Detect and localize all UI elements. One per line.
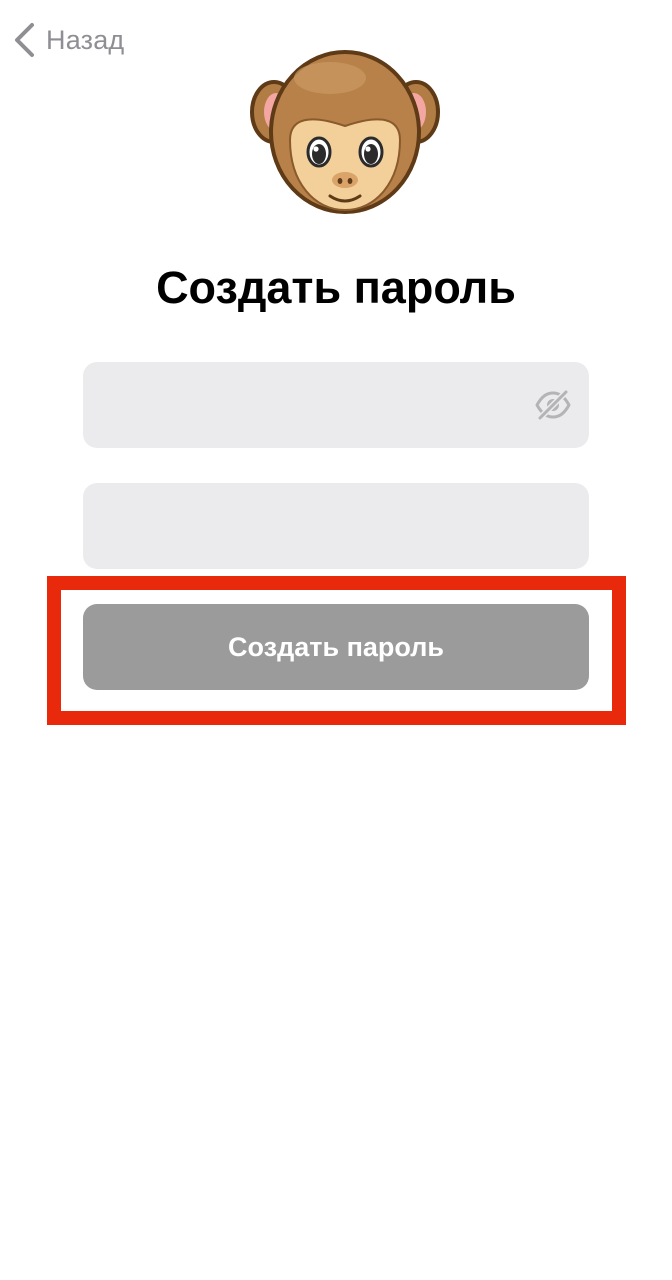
password-field[interactable] xyxy=(83,362,589,450)
page-title: Создать пароль xyxy=(156,262,516,313)
password-input[interactable] xyxy=(103,362,527,450)
confirm-password-input[interactable] xyxy=(103,483,527,571)
chevron-left-icon xyxy=(12,22,36,58)
monkey-face-icon xyxy=(250,48,440,220)
create-password-button[interactable]: Создать пароль xyxy=(83,604,589,690)
back-button[interactable]: Назад xyxy=(12,18,124,62)
back-label: Назад xyxy=(46,24,125,55)
confirm-password-field[interactable] xyxy=(83,483,589,571)
eye-slash-icon[interactable] xyxy=(535,388,571,422)
